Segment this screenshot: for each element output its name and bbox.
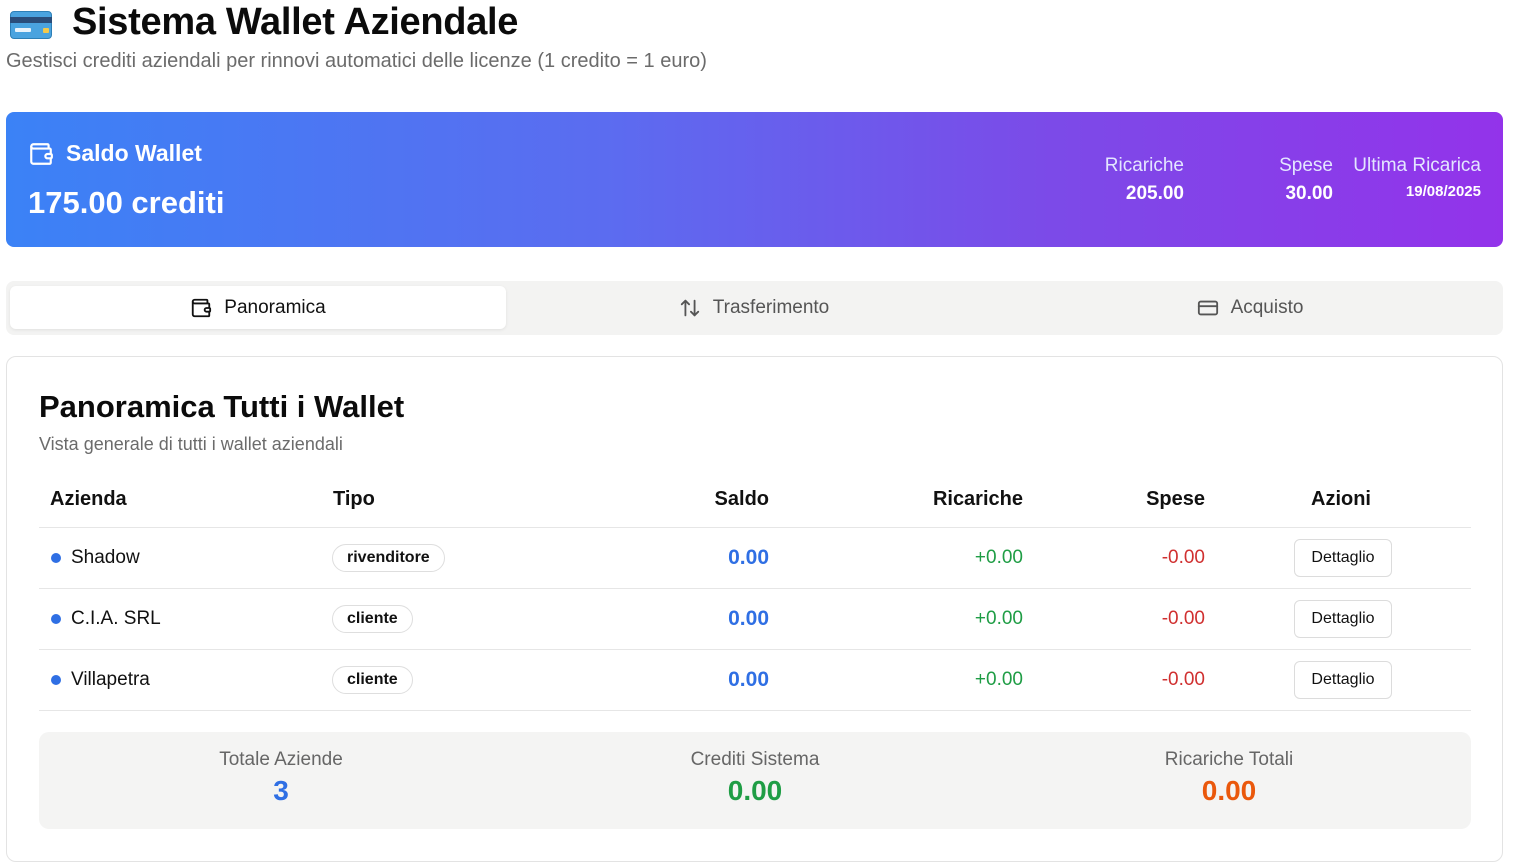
table-row: C.I.A. SRL cliente 0.00 +0.00 -0.00 Dett… [39,589,1471,650]
summary-value: 0.00 [727,775,783,806]
cell-azioni: Dettaglio [1294,589,1392,649]
page-title: Sistema Wallet Aziendale [72,0,519,43]
detail-button[interactable]: Dettaglio [1294,539,1392,577]
arrows-up-down-icon [680,299,699,316]
balance-label: Saldo Wallet [66,140,202,166]
credit-card-emoji-icon [10,7,54,39]
company-name: Villapetra [71,669,150,690]
wallet-balance-card: Saldo Wallet 175.00 crediti Ricariche 20… [6,112,1503,247]
cell-spese: -0.00 [1161,547,1205,568]
stat-spese-label: Spese [1279,155,1333,176]
cell-spese: -0.00 [1161,669,1205,690]
stat-spese: Spese 30.00 [1279,155,1333,205]
column-header-ricariche: Ricariche [932,488,1023,510]
summary-box: Totale Aziende 3 Crediti Sistema 0.00 Ri… [39,732,1471,829]
tab-acquisto[interactable]: Acquisto [1002,286,1498,329]
type-badge: cliente [332,666,413,694]
wallets-table: Azienda Tipo Saldo Ricariche Spese Azion… [39,479,1471,711]
detail-button[interactable]: Dettaglio [1294,600,1392,638]
tab-panoramica[interactable]: Panoramica [10,286,506,329]
credit-card-icon [1197,300,1218,315]
type-badge: rivenditore [332,544,445,572]
cell-tipo: cliente [332,650,413,710]
stat-ricariche: Ricariche 205.00 [1105,155,1184,205]
tab-label: Panoramica [224,296,326,318]
stat-ultima-value: 19/08/2025 [1405,183,1481,200]
overview-panel: Panoramica Tutti i Wallet Vista generale… [6,356,1503,862]
cell-saldo: 0.00 [728,546,769,569]
summary-label: Ricariche Totali [1164,749,1294,770]
company-name: C.I.A. SRL [71,608,161,629]
tab-bar: Panoramica Trasferimento Acquisto [6,281,1503,335]
cell-ricariche: +0.00 [974,608,1023,629]
summary-label: Crediti Sistema [690,749,820,770]
stat-spese-value: 30.00 [1285,183,1333,204]
page-subtitle: Gestisci crediti aziendali per rinnovi a… [6,50,707,72]
tab-label: Acquisto [1230,296,1304,318]
wallet-icon [30,142,53,165]
cell-saldo: 0.00 [728,607,769,630]
cell-azioni: Dettaglio [1294,528,1392,588]
column-header-saldo: Saldo [714,488,769,510]
cell-azioni: Dettaglio [1294,650,1392,710]
cell-spese: -0.00 [1161,608,1205,629]
type-badge: cliente [332,605,413,633]
cell-ricariche: +0.00 [974,669,1023,690]
stat-ultima-label: Ultima Ricarica [1353,155,1481,176]
stat-ultima-ricarica: Ultima Ricarica 19/08/2025 [1353,155,1481,200]
column-header-spese: Spese [1146,488,1205,510]
status-dot [51,675,61,685]
detail-button[interactable]: Dettaglio [1294,661,1392,699]
page-header: Sistema Wallet Aziendale Gestisci credit… [6,0,707,73]
summary-totale-aziende: Totale Aziende 3 [131,732,431,807]
tab-label: Trasferimento [712,296,830,318]
cell-azienda: Shadow [39,528,140,588]
table-row: Villapetra cliente 0.00 +0.00 -0.00 Dett… [39,650,1471,711]
company-name: Shadow [71,547,140,568]
column-header-azioni: Azioni [1311,488,1371,510]
cell-tipo: cliente [332,589,413,649]
summary-ricariche-totali: Ricariche Totali 0.00 [1079,732,1379,807]
status-dot [51,614,61,624]
panel-title: Panoramica Tutti i Wallet [39,389,405,424]
stat-ricariche-value: 205.00 [1125,183,1184,204]
column-header-azienda: Azienda [50,488,127,510]
cell-tipo: rivenditore [332,528,445,588]
table-row: Shadow rivenditore 0.00 +0.00 -0.00 Dett… [39,528,1471,589]
tab-trasferimento[interactable]: Trasferimento [506,286,1002,329]
status-dot [51,553,61,563]
column-header-tipo: Tipo [333,488,375,510]
summary-value: 3 [273,775,289,806]
balance-amount: 175.00 crediti [28,185,225,220]
summary-crediti-sistema: Crediti Sistema 0.00 [605,732,905,807]
panel-subtitle: Vista generale di tutti i wallet azienda… [39,434,343,454]
summary-value: 0.00 [1201,775,1257,806]
cell-azienda: Villapetra [39,650,150,710]
cell-saldo: 0.00 [728,668,769,691]
cell-azienda: C.I.A. SRL [39,589,161,649]
wallet-icon [192,298,212,317]
table-header-row: Azienda Tipo Saldo Ricariche Spese Azion… [39,479,1471,528]
summary-label: Totale Aziende [219,749,343,770]
cell-ricariche: +0.00 [974,547,1023,568]
stat-ricariche-label: Ricariche [1104,155,1184,176]
